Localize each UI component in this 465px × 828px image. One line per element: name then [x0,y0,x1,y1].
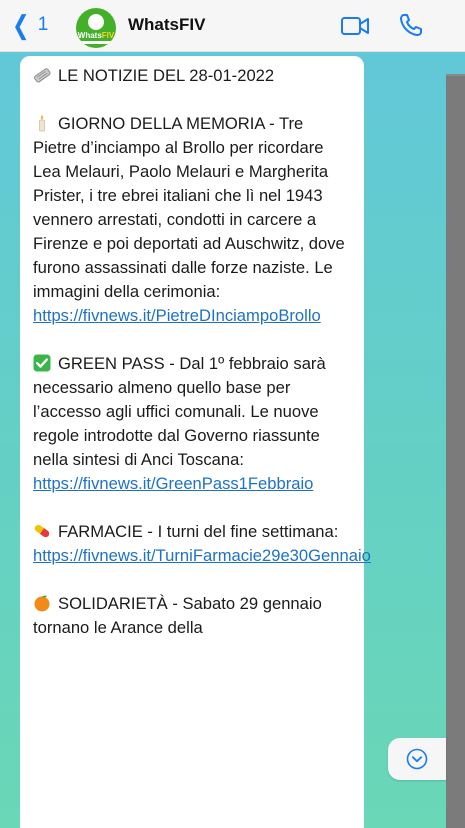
chat-area[interactable]: LE NOTIZIE DEL 28-01-2022 GIORNO DELLA M… [0,52,465,828]
news-item-solidarieta: SOLIDARIETÀ - Sabato 29 gennaio tornano … [33,594,322,637]
avatar-ribbon [81,41,111,44]
news-link-green-pass[interactable]: https://fivnews.it/GreenPass1Febbraio [33,474,313,493]
message-heading: LE NOTIZIE DEL 28-01-2022 [58,66,275,85]
avatar[interactable]: WhatsFIV [76,8,116,48]
orange-icon [34,595,50,612]
phone-call-icon[interactable] [398,12,424,38]
chevron-left-icon: ❮ [12,10,30,40]
candle-icon [39,115,45,132]
unread-count: 1 [37,14,49,35]
news-item-green-pass: GREEN PASS - Dal 1º febbraio sarà necess… [33,354,326,493]
news-item-memoria: GIORNO DELLA MEMORIA - Tre Pietre d’inci… [33,114,345,325]
pill-icon [34,524,50,538]
news-item-farmacie: FARMACIE - I turni del fine settimana: h… [33,522,371,565]
avatar-brand: WhatsFIV [77,31,115,40]
chat-header: ❮ 1 WhatsFIV WhatsFIV [0,0,465,52]
overlay-side-panel [446,76,465,828]
contact-name[interactable]: WhatsFIV [128,15,205,35]
logo-mark-icon [88,14,104,30]
scroll-to-bottom-button[interactable] [388,738,446,780]
chevron-down-circle-icon [406,748,428,770]
check-mark-icon [33,354,51,372]
news-link-memoria[interactable]: https://fivnews.it/PietreDInciampoBrollo [33,306,321,325]
back-button[interactable]: ❮ 1 [10,12,48,38]
video-call-icon[interactable] [340,15,370,37]
newspaper-icon [34,68,51,83]
message-heading-row: LE NOTIZIE DEL 28-01-2022 [33,64,351,88]
news-link-farmacie[interactable]: https://fivnews.it/TurniFarmacie29e30Gen… [33,546,371,565]
message-bubble[interactable]: LE NOTIZIE DEL 28-01-2022 GIORNO DELLA M… [20,56,371,828]
